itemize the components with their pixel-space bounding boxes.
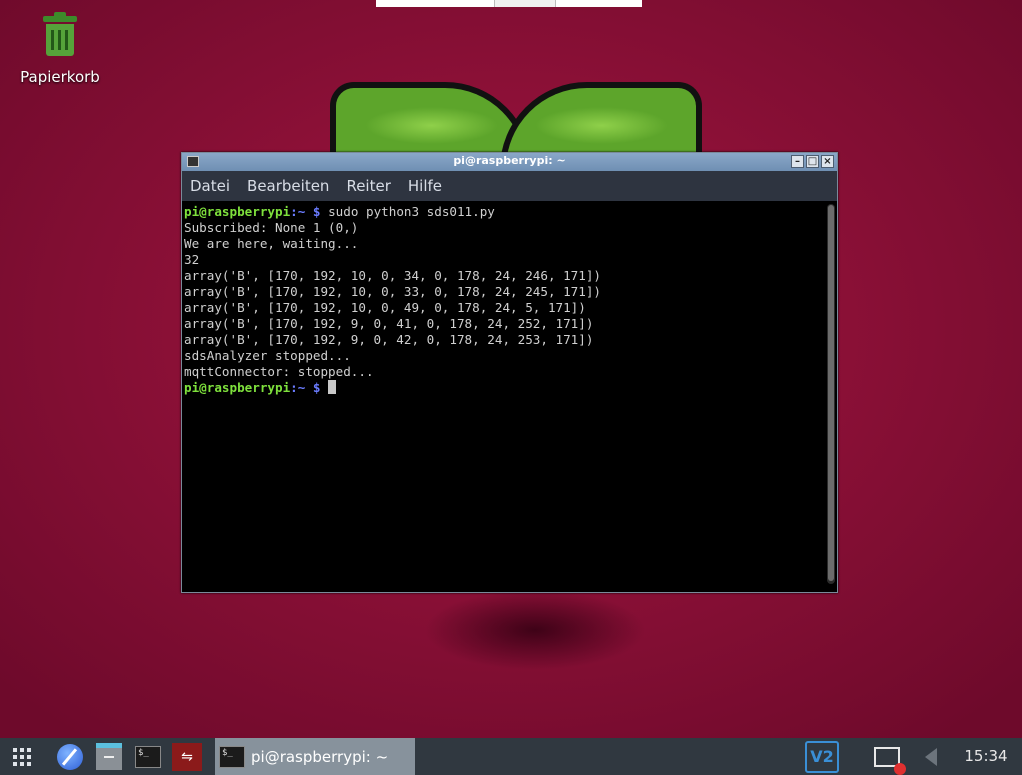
output-line: array('B', [170, 192, 10, 0, 49, 0, 178,… <box>184 300 586 315</box>
close-button[interactable]: × <box>821 155 834 168</box>
network-tray-button[interactable] <box>871 741 906 775</box>
speaker-icon <box>925 747 937 766</box>
vnc-icon: V2 <box>805 740 839 773</box>
clock[interactable]: 15:34 <box>958 738 1014 775</box>
output-line: array('B', [170, 192, 9, 0, 42, 0, 178, … <box>184 332 594 347</box>
trash-icon <box>43 12 77 58</box>
prompt-line: pi@raspberrypi:~ $ <box>184 380 837 396</box>
window-title: pi@raspberrypi: ~ <box>453 154 566 167</box>
output-line: 32 <box>184 252 200 267</box>
prompt-user: pi@raspberrypi <box>184 204 291 219</box>
scrollbar-thumb[interactable] <box>828 205 834 581</box>
trash-label: Papierkorb <box>20 68 100 86</box>
terminal-window[interactable]: pi@raspberrypi: ~ – □ × Datei Bearbeiten… <box>181 152 838 593</box>
text-cursor <box>328 380 337 394</box>
app-menu-button[interactable] <box>10 741 34 772</box>
volume-tray-button[interactable] <box>918 741 944 772</box>
prompt-path: :~ $ <box>290 204 321 219</box>
output-line: We are here, waiting... <box>184 236 359 251</box>
window-titlebar[interactable]: pi@raspberrypi: ~ – □ × <box>182 153 837 171</box>
output-line: mqttConnector: stopped... <box>184 364 374 379</box>
minimize-button[interactable]: – <box>791 155 804 168</box>
taskbar: $_ ⇋ $_ pi@raspberrypi: ~ V2 15:34 <box>0 738 1022 775</box>
terminal-output[interactable]: pi@raspberrypi:~ $ sudo python3 sds011.p… <box>182 201 837 589</box>
compass-icon <box>57 743 83 770</box>
network-disconnected-icon <box>874 746 906 775</box>
prompt-path: :~ $ <box>290 380 321 395</box>
prompt-user: pi@raspberrypi <box>184 380 291 395</box>
menu-bearbeiten[interactable]: Bearbeiten <box>247 177 329 195</box>
menu-reiter[interactable]: Reiter <box>346 177 390 195</box>
terminal-icon: $_ <box>135 745 161 768</box>
browser-launcher[interactable] <box>55 741 85 772</box>
menubar: Datei Bearbeiten Reiter Hilfe <box>182 171 837 201</box>
menu-hilfe[interactable]: Hilfe <box>408 177 442 195</box>
node-red-icon: ⇋ <box>172 742 202 771</box>
terminal-icon: $_ <box>219 745 245 768</box>
folder-icon <box>96 743 122 770</box>
file-manager-launcher[interactable] <box>94 741 124 772</box>
output-line: array('B', [170, 192, 10, 0, 33, 0, 178,… <box>184 284 602 299</box>
node-red-launcher[interactable]: ⇋ <box>171 741 203 772</box>
task-title: pi@raspberrypi: ~ <box>251 747 389 766</box>
prompt-line: pi@raspberrypi:~ $ sudo python3 sds011.p… <box>184 204 837 220</box>
output-line: Subscribed: None 1 (0,) <box>184 220 359 235</box>
command-text: sudo python3 sds011.py <box>320 204 495 219</box>
output-line: array('B', [170, 192, 10, 0, 34, 0, 178,… <box>184 268 602 283</box>
terminal-launcher[interactable]: $_ <box>133 741 163 772</box>
desktop-trash-icon[interactable]: Papierkorb <box>18 12 102 86</box>
taskbar-terminal-task[interactable]: $_ pi@raspberrypi: ~ <box>215 738 415 775</box>
top-panel-fragment <box>376 0 642 7</box>
output-line: sdsAnalyzer stopped... <box>184 348 351 363</box>
terminal-scrollbar[interactable] <box>827 204 835 584</box>
maximize-button[interactable]: □ <box>806 155 819 168</box>
menu-datei[interactable]: Datei <box>190 177 230 195</box>
output-line: array('B', [170, 192, 9, 0, 41, 0, 178, … <box>184 316 594 331</box>
vnc-tray-button[interactable]: V2 <box>804 740 840 773</box>
grid-icon <box>13 747 31 766</box>
